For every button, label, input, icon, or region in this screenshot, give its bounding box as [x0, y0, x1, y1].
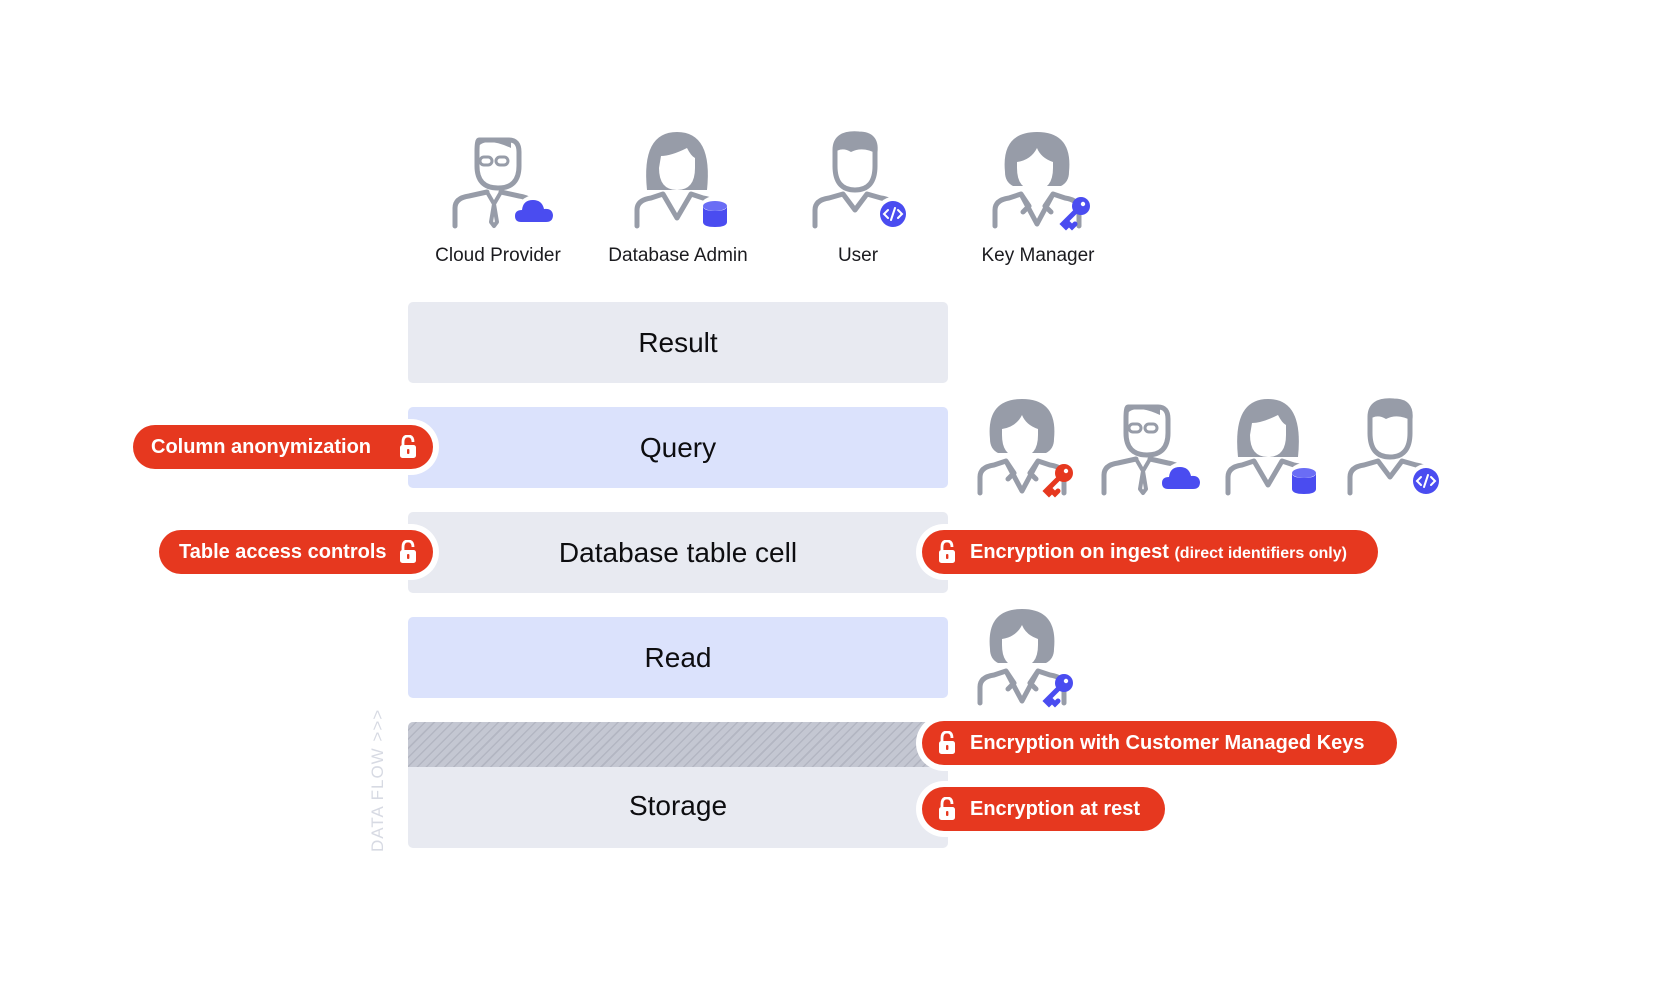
layer-read: Read	[408, 617, 948, 698]
role-label: Key Manager	[981, 245, 1095, 266]
database-icon	[1286, 463, 1322, 499]
cloud-provider-person-icon	[443, 128, 554, 233]
layer-label: Database table cell	[558, 536, 798, 568]
encryption-at-rest-badge: Encryption at rest	[922, 787, 1165, 831]
badge-label: Encryption on ingest	[970, 540, 1169, 563]
role-user: User	[768, 128, 948, 267]
badge-label: Table access controls	[179, 540, 387, 563]
cloud-icon	[515, 195, 554, 233]
encryption-cmk-badge: Encryption with Customer Managed Keys	[922, 721, 1397, 765]
query-access-key-manager-icon	[968, 395, 1078, 505]
storage-hatched-band	[408, 722, 948, 767]
database-icon	[697, 196, 733, 232]
column-anonymization-badge: Column anonymization	[133, 425, 433, 469]
database-admin-person-icon	[623, 128, 733, 232]
lock-icon	[399, 435, 417, 459]
layer-label: Read	[644, 641, 712, 673]
key-icon	[1046, 464, 1073, 494]
query-access-cloud-provider-icon	[1092, 395, 1201, 500]
cloud-icon	[1162, 462, 1201, 500]
read-access-key-manager-icon	[968, 605, 1078, 715]
lock-icon	[938, 797, 956, 821]
code-icon	[1408, 463, 1444, 499]
encryption-on-ingest-badge: Encryption on ingest (direct identifiers…	[922, 530, 1378, 574]
role-label: User	[837, 245, 879, 266]
badge-note: (direct identifiers only)	[1174, 544, 1347, 562]
lock-icon	[938, 540, 956, 564]
key-manager-person-icon	[983, 128, 1093, 238]
user-person-icon	[803, 128, 911, 232]
layer-label: Query	[639, 431, 717, 463]
layer-label: Storage	[628, 790, 728, 821]
code-icon	[875, 196, 911, 232]
key-icon	[1046, 674, 1073, 704]
role-database-admin: Database Admin	[588, 128, 768, 267]
query-access-user-icon	[1338, 395, 1444, 499]
role-key-manager: Key Manager	[948, 128, 1128, 267]
lock-icon	[399, 540, 417, 564]
layer-query: Query	[408, 407, 948, 488]
query-access-database-admin-icon	[1214, 395, 1322, 499]
layer-database-table-cell: Database table cell	[408, 512, 948, 593]
badge-label: Encryption with Customer Managed Keys	[970, 731, 1365, 754]
table-access-controls-badge: Table access controls	[159, 530, 433, 574]
role-cloud-provider: Cloud Provider	[408, 128, 588, 267]
badge-label: Encryption at rest	[970, 797, 1141, 820]
role-label: Cloud Provider	[435, 245, 561, 266]
data-flow-label: DATA FLOW >>>	[368, 708, 387, 852]
key-icon	[1063, 197, 1090, 227]
role-label: Database Admin	[608, 245, 748, 266]
badge-label: Column anonymization	[151, 435, 371, 458]
layer-label: Result	[638, 326, 718, 358]
lock-icon	[938, 731, 956, 755]
layer-result: Result	[408, 302, 948, 383]
